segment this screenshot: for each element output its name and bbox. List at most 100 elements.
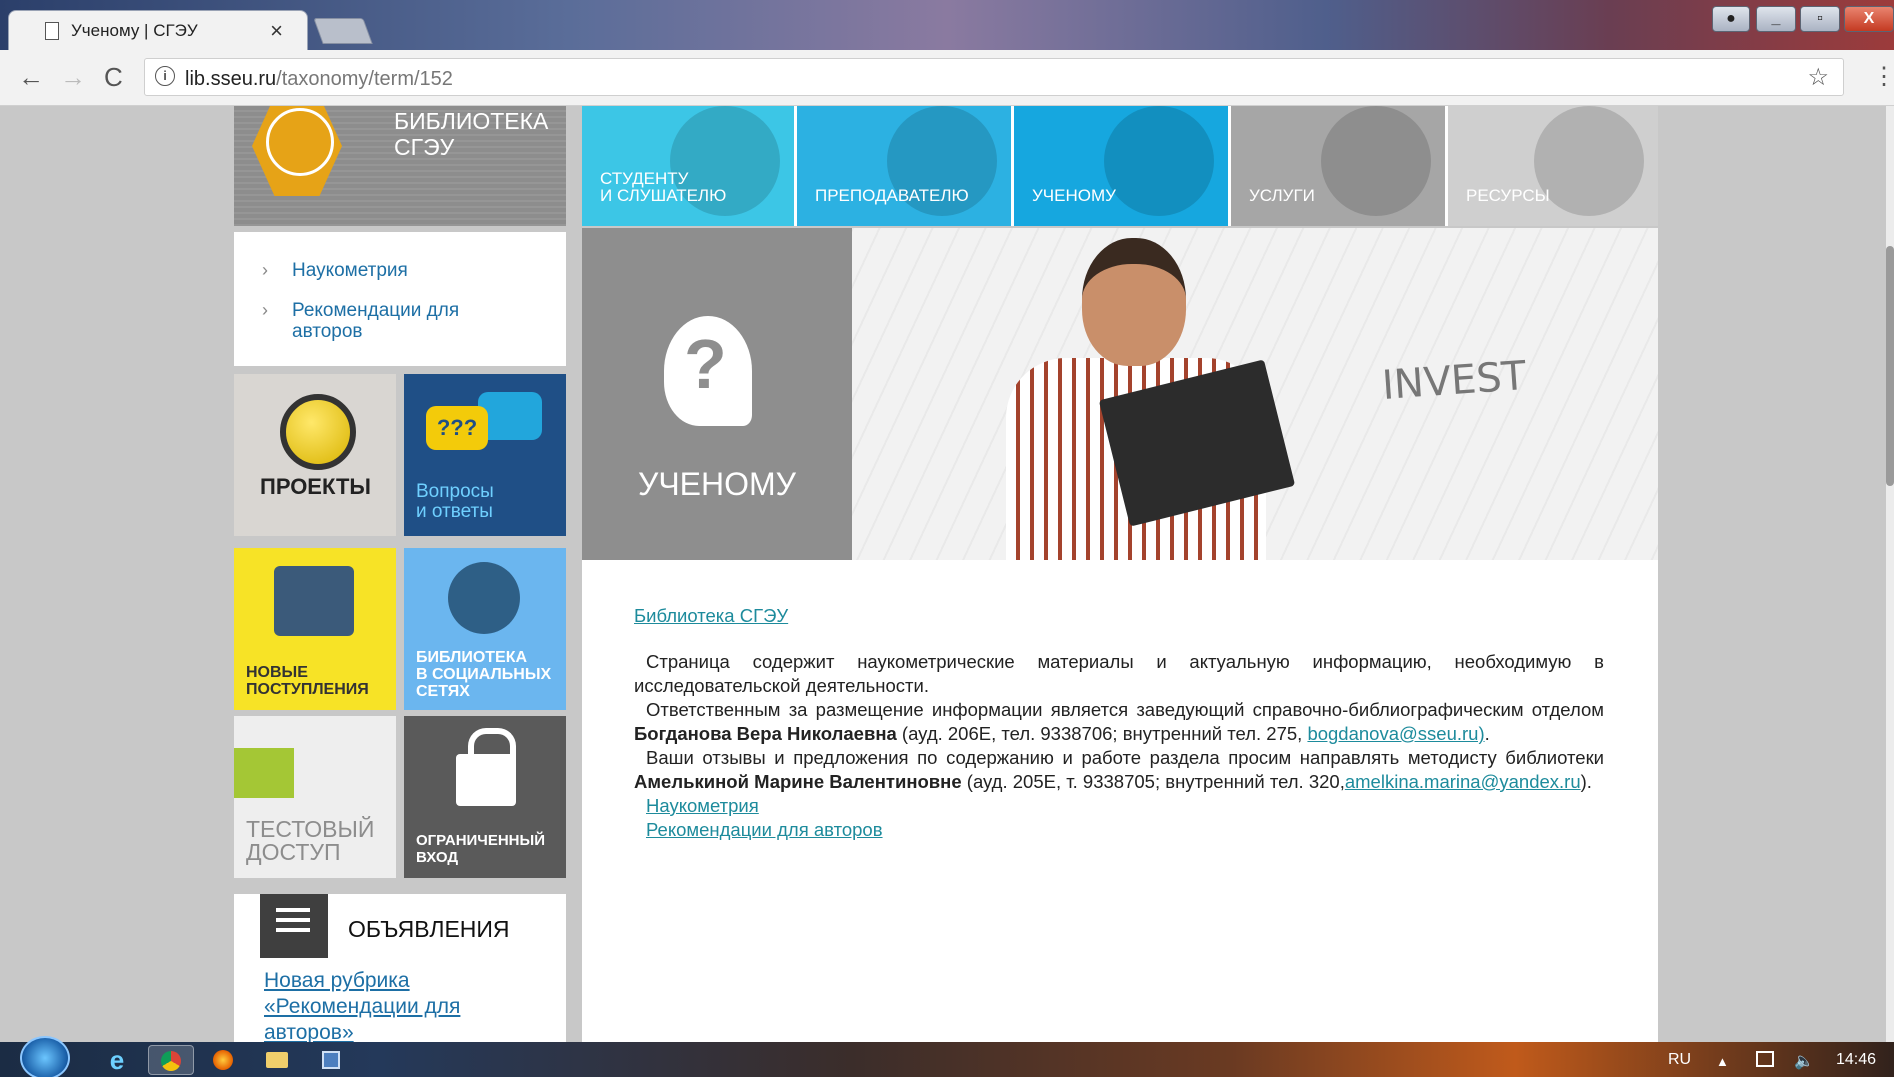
- content-link-author-recommendations[interactable]: Рекомендации для авторов: [646, 818, 1604, 842]
- document-icon: [45, 22, 59, 40]
- user-profile-button[interactable]: ●: [1712, 6, 1750, 32]
- announcements-block: ОБЪЯВЛЕНИЯ Новая рубрика «Рекомендации д…: [234, 894, 566, 1042]
- breadcrumb-link[interactable]: Библиотека СГЭУ: [634, 604, 788, 628]
- chevron-right-icon: ›: [262, 260, 268, 280]
- browser-titlebar: Ученому | СГЭУ × ● _ ▫ X: [0, 0, 1894, 50]
- page-viewport: БИБЛИОТЕКА СГЭУ СТУДЕНТУ И СЛУШАТЕЛЮ ПРЕП…: [0, 106, 1894, 1042]
- scrollbar-thumb[interactable]: [1886, 246, 1894, 486]
- tile-projects[interactable]: ПРОЕКТЫ: [234, 374, 396, 536]
- network-icon: [1534, 106, 1644, 216]
- email-link-amelkina[interactable]: amelkina.marina@yandex.ru: [1345, 771, 1581, 792]
- back-icon[interactable]: ←: [18, 62, 44, 93]
- browser-tab-active[interactable]: Ученому | СГЭУ ×: [8, 10, 308, 50]
- minimize-button[interactable]: _: [1756, 6, 1796, 32]
- nav-services[interactable]: УСЛУГИ: [1231, 106, 1448, 226]
- url-text[interactable]: lib.sseu.ru/taxonomy/term/152: [185, 68, 453, 91]
- tile-social-networks[interactable]: БИБЛИОТЕКА В СОЦИАЛЬНЫХ СЕТЯХ: [404, 548, 566, 710]
- content-link-scientometrics[interactable]: Наукометрия: [646, 794, 1604, 818]
- announcements-title: ОБЪЯВЛЕНИЯ: [348, 916, 510, 942]
- network-icon[interactable]: [1756, 1051, 1774, 1067]
- tile-restricted-label: ОГРАНИЧЕННЫЙ ВХОД: [416, 832, 545, 866]
- nav-teacher[interactable]: ПРЕПОДАВАТЕЛЮ: [797, 106, 1014, 226]
- tile-questions-answers[interactable]: ??? Вопросы и ответы: [404, 374, 566, 536]
- question-head-icon: [1104, 106, 1214, 216]
- announcement-icon: [260, 894, 328, 958]
- nav-teacher-label: ПРЕПОДАВАТЕЛЮ: [815, 186, 969, 205]
- question-head-icon: ?: [664, 316, 752, 426]
- paragraph-responsible: Ответственным за размещение информации я…: [634, 699, 1604, 744]
- clock[interactable]: 14:46: [1836, 1051, 1876, 1069]
- bookmark-star-icon[interactable]: ☆: [1807, 63, 1829, 92]
- responsible-person: Богданова Вера Николаевна: [634, 723, 897, 744]
- logo-line-2: СГЭУ: [394, 134, 455, 160]
- page-scrollbar[interactable]: [1886, 106, 1894, 1042]
- browser-toolbar: ← → C i lib.sseu.ru/taxonomy/term/152 ☆ …: [0, 50, 1894, 106]
- nav-resources-label: РЕСУРСЫ: [1466, 186, 1550, 205]
- nav-services-label: УСЛУГИ: [1249, 186, 1315, 205]
- globe-logo-icon: [252, 106, 342, 196]
- unlock-icon: [234, 748, 294, 798]
- social-network-icon: [448, 562, 520, 634]
- section-submenu: › Наукометрия › Рекомендации для авторов: [234, 232, 566, 366]
- url-host: lib.sseu.ru: [185, 68, 277, 90]
- tile-social-label: БИБЛИОТЕКА В СОЦИАЛЬНЫХ СЕТЯХ: [416, 649, 552, 700]
- url-path: /taxonomy/term/152: [276, 68, 453, 90]
- nav-scientist[interactable]: УЧЕНОМУ: [1014, 106, 1231, 226]
- chrome-icon[interactable]: [148, 1045, 194, 1075]
- methodologist-person: Амелькиной Марине Валентиновне: [634, 771, 962, 792]
- app-icon[interactable]: [308, 1045, 354, 1075]
- internet-explorer-icon[interactable]: e: [94, 1045, 140, 1075]
- submenu-item-author-recommendations[interactable]: › Рекомендации для авторов: [262, 300, 512, 342]
- close-window-button[interactable]: X: [1844, 6, 1894, 32]
- firefox-icon[interactable]: [200, 1045, 246, 1075]
- tile-test-label: ТЕСТОВЫЙ ДОСТУП: [246, 816, 375, 865]
- invest-text: INVEST: [1380, 353, 1528, 409]
- email-link-bogdanova[interactable]: bogdanova@sseu.ru): [1307, 723, 1484, 744]
- browser-menu-icon[interactable]: ⋮: [1872, 62, 1894, 91]
- submenu-item-label: Наукометрия: [292, 260, 408, 281]
- nav-resources[interactable]: РЕСУРСЫ: [1448, 106, 1658, 226]
- logo-text: БИБЛИОТЕКА СГЭУ: [394, 108, 548, 160]
- info-icon[interactable]: i: [155, 66, 175, 86]
- tile-qa-label: Вопросы и ответы: [416, 481, 494, 522]
- checkbox-hand-icon: [1321, 106, 1431, 216]
- submenu-item-label: Рекомендации для авторов: [292, 300, 460, 342]
- top-navigation: СТУДЕНТУ И СЛУШАТЕЛЮ ПРЕПОДАВАТЕЛЮ УЧЕНОМ…: [582, 106, 1658, 226]
- chevron-right-icon: ›: [262, 300, 268, 320]
- language-indicator[interactable]: RU: [1668, 1051, 1691, 1069]
- paragraph-intro: Страница содержит наукометрические матер…: [634, 651, 1604, 696]
- file-explorer-icon[interactable]: [254, 1045, 300, 1075]
- maximize-button[interactable]: ▫: [1800, 6, 1840, 32]
- lock-icon: [456, 728, 516, 806]
- tray-expand-icon[interactable]: ▲: [1716, 1054, 1729, 1069]
- hero-title: УЧЕНОМУ: [638, 466, 796, 502]
- content-text: Библиотека СГЭУ Страница содержит науком…: [634, 604, 1604, 842]
- nav-student[interactable]: СТУДЕНТУ И СЛУШАТЕЛЮ: [582, 106, 797, 226]
- site-logo[interactable]: БИБЛИОТЕКА СГЭУ: [234, 106, 566, 226]
- new-tab-button[interactable]: [313, 18, 373, 44]
- tile-test-access[interactable]: ТЕСТОВЫЙ ДОСТУП: [234, 716, 396, 878]
- logo-line-1: БИБЛИОТЕКА: [394, 108, 549, 134]
- start-button[interactable]: [20, 1036, 70, 1077]
- volume-icon[interactable]: 🔈: [1794, 1051, 1814, 1071]
- tab-title: Ученому | СГЭУ: [71, 21, 198, 40]
- tile-new-label: НОВЫЕ ПОСТУПЛЕНИЯ: [246, 664, 369, 698]
- hero-banner: INVEST ? УЧЕНОМУ: [582, 228, 1658, 560]
- tile-restricted-access[interactable]: ОГРАНИЧЕННЫЙ ВХОД: [404, 716, 566, 878]
- submenu-item-scientometrics[interactable]: › Наукометрия: [262, 260, 512, 281]
- nav-scientist-label: УЧЕНОМУ: [1032, 186, 1116, 205]
- os-taskbar: e RU ▲ 🔈 14:46: [0, 1036, 1894, 1077]
- address-bar[interactable]: i lib.sseu.ru/taxonomy/term/152 ☆: [144, 58, 1844, 96]
- books-icon: [274, 566, 354, 636]
- reload-icon[interactable]: C: [104, 62, 123, 93]
- tile-projects-label: ПРОЕКТЫ: [260, 474, 371, 499]
- paragraph-feedback: Ваши отзывы и предложения по содержанию …: [634, 747, 1604, 792]
- announcement-link[interactable]: Новая рубрика «Рекомендации для авторов»: [264, 968, 524, 1042]
- tile-new-arrivals[interactable]: НОВЫЕ ПОСТУПЛЕНИЯ: [234, 548, 396, 710]
- tab-close-icon[interactable]: ×: [270, 18, 283, 44]
- hero-side-panel: ? УЧЕНОМУ: [582, 228, 852, 560]
- main-content: Библиотека СГЭУ Страница содержит науком…: [582, 560, 1658, 1042]
- site-container: БИБЛИОТЕКА СГЭУ СТУДЕНТУ И СЛУШАТЕЛЮ ПРЕП…: [234, 106, 1658, 1042]
- question-bubble-icon: ???: [426, 406, 488, 450]
- forward-icon[interactable]: →: [60, 62, 86, 93]
